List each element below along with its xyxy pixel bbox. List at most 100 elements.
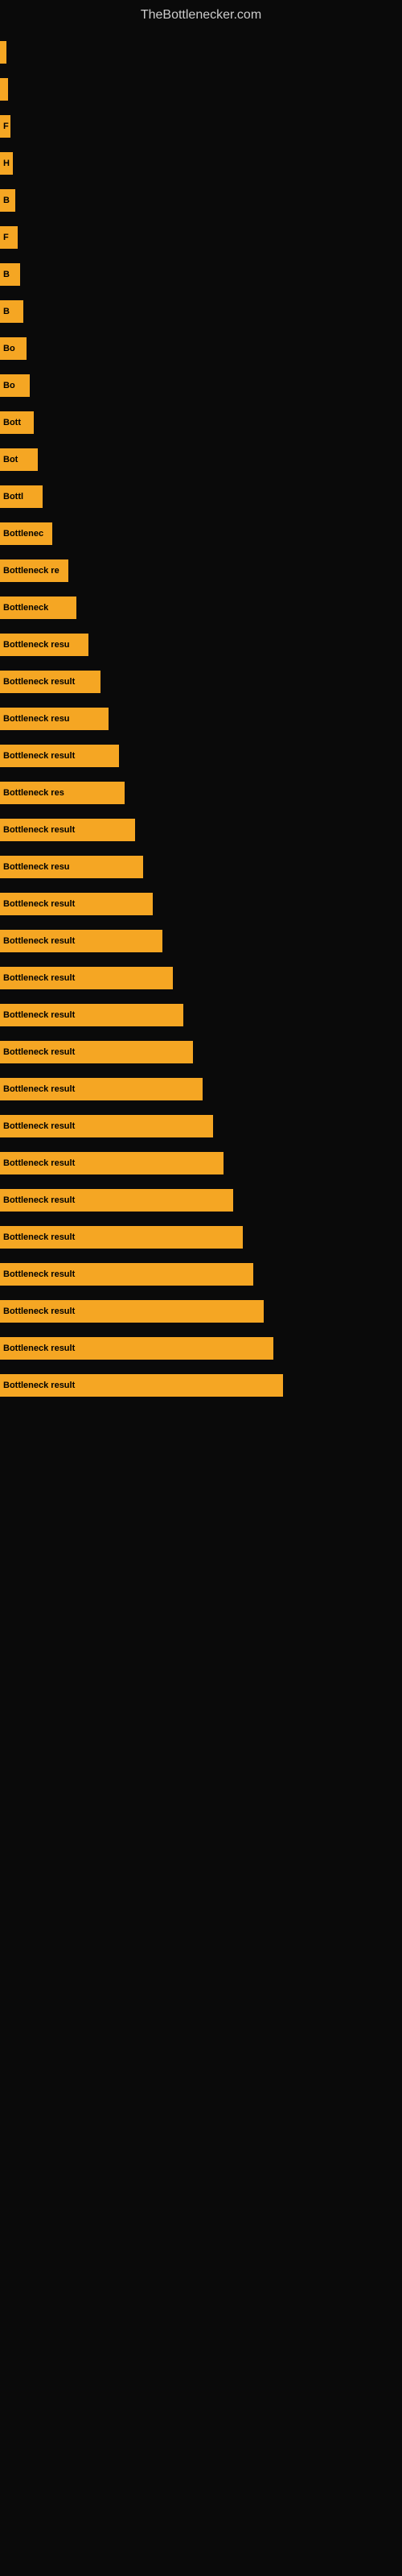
bar-label-32: Bottleneck result	[3, 1195, 75, 1205]
bar-label-12: Bot	[3, 455, 18, 464]
bar-label-27: Bottleneck result	[3, 1010, 75, 1020]
bottleneck-bar-7: B	[0, 263, 20, 286]
bar-row: H	[0, 146, 402, 181]
bar-label-4: H	[3, 159, 10, 168]
bar-row: Bottleneck result	[0, 1146, 402, 1181]
bottleneck-bar-2	[0, 78, 8, 101]
bar-label-22: Bottleneck result	[3, 825, 75, 835]
bar-row: Bottleneck result	[0, 1331, 402, 1366]
bottleneck-bar-35: Bottleneck result	[0, 1300, 264, 1323]
bar-label-5: B	[3, 196, 10, 205]
bar-label-6: F	[3, 233, 9, 242]
bottleneck-bar-3: F	[0, 115, 10, 138]
bar-row: F	[0, 109, 402, 144]
bar-label-10: Bo	[3, 381, 15, 390]
bar-label-3: F	[3, 122, 9, 131]
bottleneck-bar-31: Bottleneck result	[0, 1152, 224, 1174]
site-title: TheBottlenecker.com	[0, 0, 402, 27]
bottleneck-bar-14: Bottlenec	[0, 522, 52, 545]
bar-label-19: Bottleneck resu	[3, 714, 70, 724]
bar-label-8: B	[3, 307, 10, 316]
bar-row: Bottleneck result	[0, 812, 402, 848]
bar-label-20: Bottleneck result	[3, 751, 75, 761]
bottleneck-bar-16: Bottleneck	[0, 597, 76, 619]
bar-label-18: Bottleneck result	[3, 677, 75, 687]
bar-row: Bottleneck res	[0, 775, 402, 811]
bottleneck-bar-37: Bottleneck result	[0, 1374, 283, 1397]
bar-label-7: B	[3, 270, 10, 279]
bar-row: Bottleneck re	[0, 553, 402, 588]
bottleneck-bar-24: Bottleneck result	[0, 893, 153, 915]
bar-row: Bottleneck resu	[0, 701, 402, 737]
bar-label-30: Bottleneck result	[3, 1121, 75, 1131]
bar-row	[0, 35, 402, 70]
bottleneck-bar-21: Bottleneck res	[0, 782, 125, 804]
bar-row: Bottleneck result	[0, 1368, 402, 1403]
bar-label-15: Bottleneck re	[3, 566, 59, 576]
bar-label-24: Bottleneck result	[3, 899, 75, 909]
bar-label-25: Bottleneck result	[3, 936, 75, 946]
bar-label-13: Bottl	[3, 492, 23, 502]
bar-row: Bottleneck result	[0, 886, 402, 922]
bar-label-34: Bottleneck result	[3, 1269, 75, 1279]
bar-row: Bottleneck	[0, 590, 402, 625]
bottleneck-bar-4: H	[0, 152, 13, 175]
bar-label-33: Bottleneck result	[3, 1232, 75, 1242]
bottleneck-bar-20: Bottleneck result	[0, 745, 119, 767]
bar-row: Bottleneck result	[0, 1108, 402, 1144]
bar-label-17: Bottleneck resu	[3, 640, 70, 650]
bottleneck-bar-32: Bottleneck result	[0, 1189, 233, 1212]
bar-label-11: Bott	[3, 418, 21, 427]
bar-row: Bottleneck result	[0, 664, 402, 700]
bottleneck-bar-8: B	[0, 300, 23, 323]
bottleneck-bar-12: Bot	[0, 448, 38, 471]
bar-row: Bottleneck result	[0, 923, 402, 959]
bar-row: Bottl	[0, 479, 402, 514]
bar-label-26: Bottleneck result	[3, 973, 75, 983]
bar-row: Bo	[0, 368, 402, 403]
bar-row: Bott	[0, 405, 402, 440]
bottleneck-bar-33: Bottleneck result	[0, 1226, 243, 1249]
bottleneck-bar-36: Bottleneck result	[0, 1337, 273, 1360]
bar-row: B	[0, 257, 402, 292]
bar-row: Bottleneck result	[0, 738, 402, 774]
bottleneck-bar-1	[0, 41, 6, 64]
bar-row: Bottleneck result	[0, 1257, 402, 1292]
bar-row: Bottleneck resu	[0, 627, 402, 663]
bar-row: Bot	[0, 442, 402, 477]
bar-row: Bo	[0, 331, 402, 366]
bottleneck-bar-30: Bottleneck result	[0, 1115, 213, 1137]
bar-label-36: Bottleneck result	[3, 1344, 75, 1353]
bar-label-31: Bottleneck result	[3, 1158, 75, 1168]
bars-container: F H B F B B Bo Bo Bott Bot Bottl Bottlenec Bottlenec…	[0, 27, 402, 1413]
bar-label-23: Bottleneck resu	[3, 862, 70, 872]
bar-row: B	[0, 183, 402, 218]
bottleneck-bar-9: Bo	[0, 337, 27, 360]
bar-row: Bottleneck resu	[0, 849, 402, 885]
bottleneck-bar-6: F	[0, 226, 18, 249]
bottleneck-bar-13: Bottl	[0, 485, 43, 508]
bar-row: Bottlenec	[0, 516, 402, 551]
bar-row: Bottleneck result	[0, 1183, 402, 1218]
bar-row: F	[0, 220, 402, 255]
bar-row: Bottleneck result	[0, 1071, 402, 1107]
bottleneck-bar-23: Bottleneck resu	[0, 856, 143, 878]
bar-row: Bottleneck result	[0, 997, 402, 1033]
bar-row: B	[0, 294, 402, 329]
bar-row: Bottleneck result	[0, 960, 402, 996]
bottleneck-bar-5: B	[0, 189, 15, 212]
bottleneck-bar-10: Bo	[0, 374, 30, 397]
bar-row	[0, 72, 402, 107]
bottleneck-bar-22: Bottleneck result	[0, 819, 135, 841]
bottleneck-bar-28: Bottleneck result	[0, 1041, 193, 1063]
bar-label-16: Bottleneck	[3, 603, 48, 613]
bar-label-21: Bottleneck res	[3, 788, 64, 798]
bottleneck-bar-19: Bottleneck resu	[0, 708, 109, 730]
bar-label-37: Bottleneck result	[3, 1381, 75, 1390]
bottleneck-bar-29: Bottleneck result	[0, 1078, 203, 1100]
bottleneck-bar-15: Bottleneck re	[0, 559, 68, 582]
bar-label-28: Bottleneck result	[3, 1047, 75, 1057]
bottleneck-bar-34: Bottleneck result	[0, 1263, 253, 1286]
bottleneck-bar-18: Bottleneck result	[0, 671, 100, 693]
bar-row: Bottleneck result	[0, 1294, 402, 1329]
